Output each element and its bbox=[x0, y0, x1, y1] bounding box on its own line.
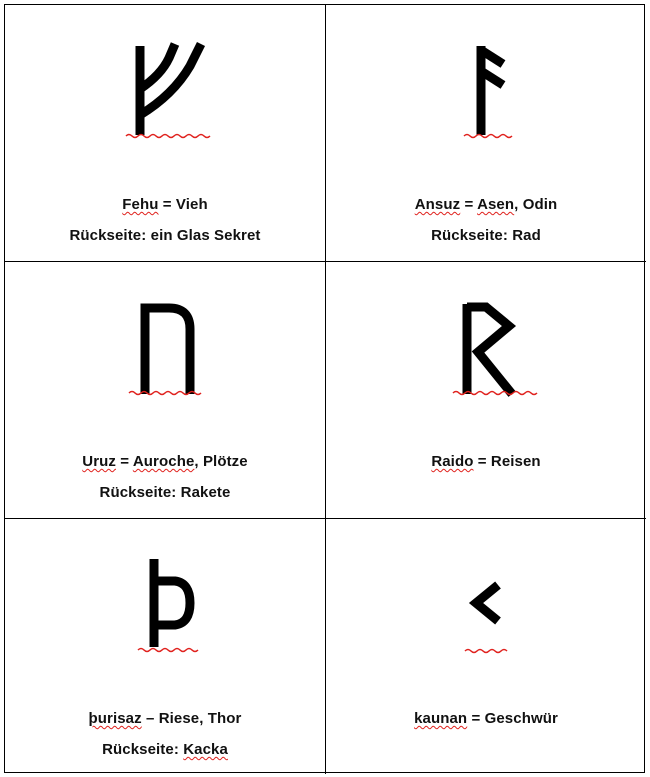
card-title: Raido = Reisen bbox=[326, 453, 646, 470]
spellcheck-squiggle bbox=[463, 133, 513, 139]
uruz-rune-icon bbox=[128, 303, 202, 396]
card-kaunan: kaunan = Geschwür bbox=[326, 519, 646, 774]
card-back: Rückseite: Rakete bbox=[5, 484, 325, 501]
raido-rune-icon bbox=[452, 302, 538, 397]
back-value: ein Glas Sekret bbox=[150, 227, 261, 244]
ansuz-rune-icon bbox=[463, 46, 513, 139]
back-value: Rakete bbox=[180, 484, 231, 501]
rune-meaning: Reisen bbox=[490, 453, 541, 470]
separator: – bbox=[141, 710, 159, 727]
separator: = bbox=[158, 196, 176, 213]
rune-meaning: Geschwür bbox=[484, 710, 558, 727]
spellcheck-squiggle bbox=[125, 133, 211, 139]
spellcheck-squiggle bbox=[464, 648, 508, 654]
thurisaz-rune-icon bbox=[137, 559, 199, 653]
fehu-rune-icon bbox=[125, 41, 211, 139]
spellcheck-squiggle bbox=[137, 647, 199, 653]
rune-name: Uruz bbox=[82, 453, 117, 470]
back-value: Rad bbox=[512, 227, 541, 244]
spellcheck-squiggle bbox=[452, 390, 538, 396]
rune-name: kaunan bbox=[414, 710, 468, 727]
card-back: Rückseite: ein Glas Sekret bbox=[5, 227, 325, 244]
rune-meaning-spellcheck: Asen bbox=[477, 196, 515, 213]
back-label: Rückseite: bbox=[102, 741, 179, 758]
rune-meaning-spellcheck: Auroche bbox=[132, 453, 195, 470]
back-label: Rückseite: bbox=[99, 484, 177, 501]
rune-meaning: , Odin bbox=[514, 196, 558, 213]
card-title: þurisaz – Riese, Thor bbox=[5, 710, 325, 727]
separator: = bbox=[116, 453, 133, 470]
card-title: Ansuz = Asen, Odin bbox=[326, 196, 646, 213]
rune-card-table: Fehu = Vieh Rückseite: ein Glas Sekret A… bbox=[4, 4, 646, 774]
card-title: Fehu = Vieh bbox=[5, 196, 325, 213]
card-uruz: Uruz = Auroche, Plötze Rückseite: Rakete bbox=[5, 262, 326, 519]
card-title: kaunan = Geschwür bbox=[326, 710, 646, 727]
card-back: Rückseite: Rad bbox=[326, 227, 646, 244]
card-back: Rückseite: Kacka bbox=[5, 741, 325, 758]
rune-name: Raido bbox=[431, 453, 474, 470]
card-thurisaz: þurisaz – Riese, Thor Rückseite: Kacka bbox=[5, 519, 326, 774]
rune-name: þurisaz bbox=[88, 710, 142, 727]
card-raido: Raido = Reisen bbox=[326, 262, 646, 519]
card-fehu: Fehu = Vieh Rückseite: ein Glas Sekret bbox=[5, 5, 326, 262]
separator: = bbox=[460, 196, 478, 213]
rune-meaning: , Plötze bbox=[194, 453, 248, 470]
back-label: Rückseite: bbox=[69, 227, 147, 244]
card-ansuz: Ansuz = Asen, Odin Rückseite: Rad bbox=[326, 5, 646, 262]
separator: = bbox=[467, 710, 485, 727]
back-value-spellcheck: Kacka bbox=[183, 741, 228, 758]
back-label: Rückseite: bbox=[431, 227, 508, 244]
card-title: Uruz = Auroche, Plötze bbox=[5, 453, 325, 470]
rune-name: Ansuz bbox=[414, 196, 461, 213]
rune-meaning: Vieh bbox=[175, 196, 208, 213]
rune-meaning: Riese, Thor bbox=[158, 710, 242, 727]
kaunan-rune-icon bbox=[464, 581, 508, 654]
separator: = bbox=[473, 453, 491, 470]
rune-name: Fehu bbox=[122, 196, 159, 213]
